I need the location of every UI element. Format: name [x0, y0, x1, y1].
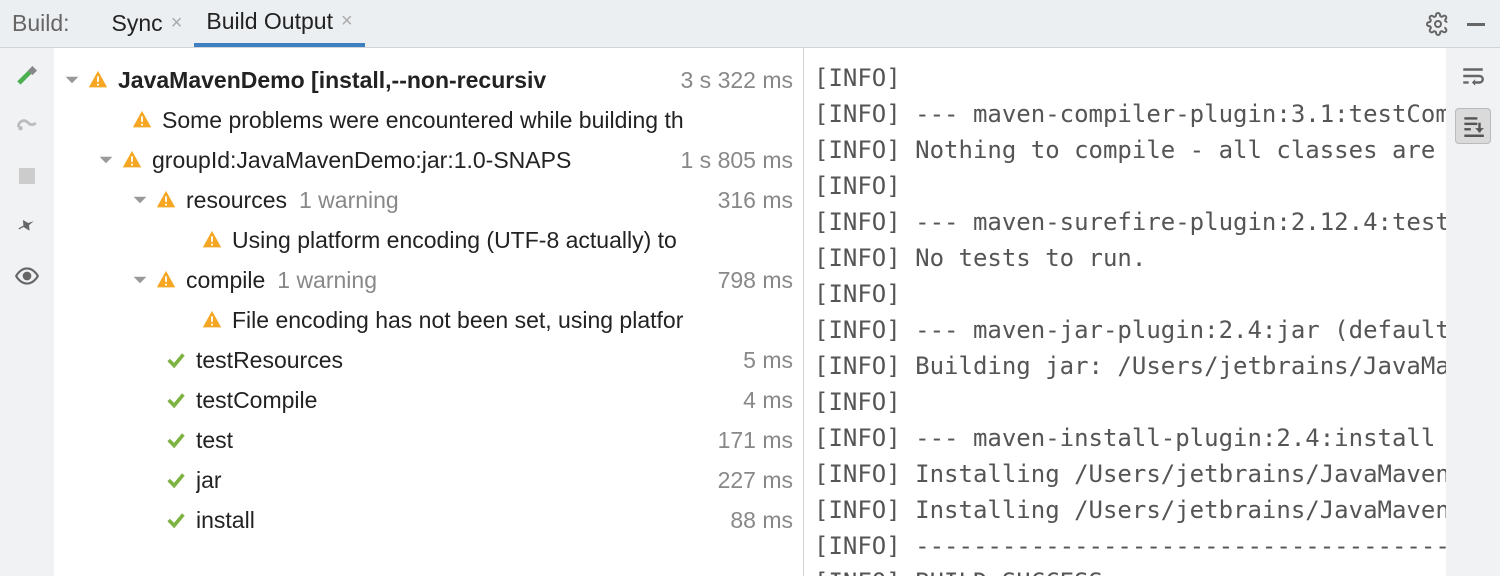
eye-icon[interactable] [9, 258, 45, 294]
console-line: [INFO] [814, 384, 1446, 420]
tree-label: test [196, 427, 233, 454]
warning-icon [118, 149, 146, 171]
console-line: [INFO] --- maven-compiler-plugin:3.1:tes… [814, 96, 1446, 132]
tab-label: Build Output [206, 8, 333, 35]
tree-time: 3 s 322 ms [681, 67, 794, 94]
tree-time: 316 ms [718, 187, 793, 214]
tree-row-module[interactable]: groupId:JavaMavenDemo:jar:1.0-SNAPS 1 s … [54, 140, 803, 180]
tab-label: Sync [112, 10, 163, 37]
console-line: [INFO] Nothing to compile - all classes … [814, 132, 1446, 168]
tree-row-test[interactable]: test 171 ms [54, 420, 803, 460]
tree-row-resources[interactable]: resources 1 warning 316 ms [54, 180, 803, 220]
console-line: [INFO] --- maven-surefire-plugin:2.12.4:… [814, 204, 1446, 240]
warning-icon [198, 309, 226, 331]
tree-time: 4 ms [743, 387, 793, 414]
gear-icon[interactable] [1426, 12, 1450, 36]
chevron-down-icon[interactable] [128, 268, 152, 292]
tree-time: 5 ms [743, 347, 793, 374]
tree-time: 227 ms [718, 467, 793, 494]
chevron-down-icon[interactable] [60, 68, 84, 92]
console-line: [INFO] --- maven-install-plugin:2.4:inst… [814, 420, 1446, 456]
tree-label: Some problems were encountered while bui… [162, 107, 684, 134]
tree-label: install [196, 507, 255, 534]
console-line: [INFO] Installing /Users/jetbrains/JavaM… [814, 456, 1446, 492]
tree-row-jar[interactable]: jar 227 ms [54, 460, 803, 500]
close-icon[interactable]: × [171, 12, 183, 35]
tree-label: Using platform encoding (UTF-8 actually)… [232, 227, 677, 254]
minimize-icon[interactable] [1464, 12, 1488, 36]
left-tool-rail [0, 48, 54, 576]
tree-row-project[interactable]: JavaMavenDemo [install,--non-recursiv 3 … [54, 60, 803, 100]
warning-icon [152, 189, 180, 211]
tree-label: testResources [196, 347, 343, 374]
console-line: [INFO] ---------------------------------… [814, 528, 1446, 564]
right-tool-rail [1446, 48, 1500, 576]
console-line: [INFO] No tests to run. [814, 240, 1446, 276]
warning-icon [84, 69, 112, 91]
build-icon[interactable] [9, 58, 45, 94]
tree-label: jar [196, 467, 222, 494]
tree-label: groupId:JavaMavenDemo:jar:1.0-SNAPS [152, 147, 571, 174]
warning-icon [152, 269, 180, 291]
pin-icon[interactable] [9, 208, 45, 244]
close-icon[interactable]: × [341, 10, 353, 33]
check-icon [162, 509, 190, 531]
tree-row-compile[interactable]: compile 1 warning 798 ms [54, 260, 803, 300]
tree-time: 171 ms [718, 427, 793, 454]
tree-time: 1 s 805 ms [681, 147, 794, 174]
console-line: [INFO] Installing /Users/jetbrains/JavaM… [814, 492, 1446, 528]
warning-icon [198, 229, 226, 251]
tree-time: 798 ms [718, 267, 793, 294]
tab-sync[interactable]: Sync × [100, 0, 195, 47]
tree-row-warning[interactable]: Using platform encoding (UTF-8 actually)… [54, 220, 803, 260]
chevron-down-icon[interactable] [94, 148, 118, 172]
soft-wrap-icon[interactable] [1455, 58, 1491, 94]
console-line: [INFO] BUILD SUCCESS [814, 564, 1446, 576]
tree-row-install[interactable]: install 88 ms [54, 500, 803, 540]
console-line: [INFO] [814, 60, 1446, 96]
chevron-down-icon[interactable] [128, 188, 152, 212]
tree-label: File encoding has not been set, using pl… [232, 307, 683, 334]
tree-note: 1 warning [299, 187, 399, 214]
build-header: Build: Sync × Build Output × [0, 0, 1500, 48]
debug-icon[interactable] [9, 108, 45, 144]
tree-label: testCompile [196, 387, 317, 414]
tree-row-testresources[interactable]: testResources 5 ms [54, 340, 803, 380]
check-icon [162, 389, 190, 411]
console-line: [INFO] [814, 276, 1446, 312]
warning-icon [128, 109, 156, 131]
console-line: [INFO] Building jar: /Users/jetbrains/Ja… [814, 348, 1446, 384]
tree-time: 88 ms [730, 507, 793, 534]
console-line: [INFO] [814, 168, 1446, 204]
tab-build-output[interactable]: Build Output × [194, 0, 364, 47]
build-label: Build: [12, 10, 70, 37]
tree-row-testcompile[interactable]: testCompile 4 ms [54, 380, 803, 420]
stop-icon[interactable] [9, 158, 45, 194]
console-output[interactable]: [INFO] [INFO] --- maven-compiler-plugin:… [804, 48, 1446, 576]
tree-note: 1 warning [277, 267, 377, 294]
check-icon [162, 469, 190, 491]
scroll-to-end-icon[interactable] [1455, 108, 1491, 144]
tree-row-warning[interactable]: File encoding has not been set, using pl… [54, 300, 803, 340]
tree-row-warning[interactable]: Some problems were encountered while bui… [54, 100, 803, 140]
console-line: [INFO] --- maven-jar-plugin:2.4:jar (def… [814, 312, 1446, 348]
tree-label: resources [186, 187, 287, 214]
tree-label: compile [186, 267, 265, 294]
check-icon [162, 349, 190, 371]
tree-label: JavaMavenDemo [install,--non-recursiv [118, 67, 546, 94]
build-tree: JavaMavenDemo [install,--non-recursiv 3 … [54, 48, 804, 576]
check-icon [162, 429, 190, 451]
